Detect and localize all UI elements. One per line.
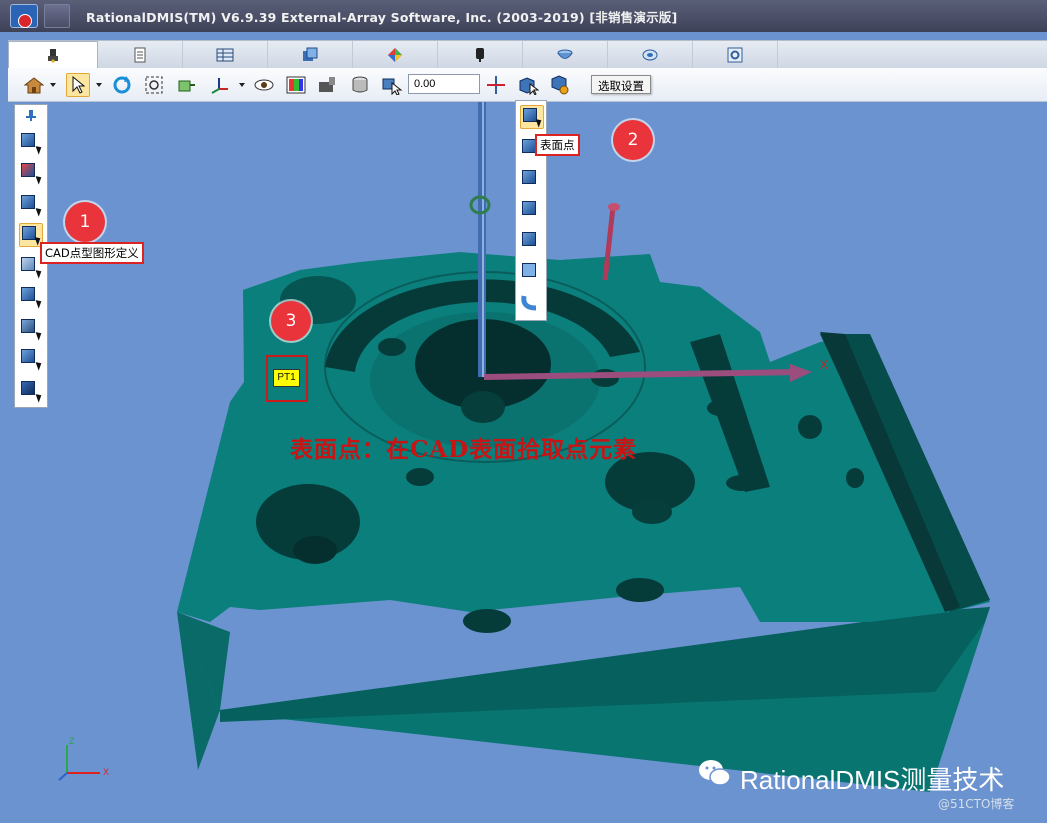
title-bar: RationalDMIS(TM) V6.9.39 External-Array … xyxy=(0,0,1047,32)
tab-settings[interactable] xyxy=(693,41,778,68)
axis-move-button[interactable] xyxy=(484,73,508,97)
callout-3: 3 xyxy=(271,301,311,341)
ribbon-tabs xyxy=(8,40,1047,68)
tab-table[interactable] xyxy=(183,41,268,68)
axis-triad: Z X xyxy=(58,736,109,781)
tab-bowl[interactable] xyxy=(523,41,608,68)
d-select-button[interactable] xyxy=(19,379,44,403)
home-button[interactable] xyxy=(22,73,46,97)
watermark-subtext: @51CTO博客 xyxy=(938,797,1015,811)
line-select-icon xyxy=(21,287,35,301)
color-map-icon xyxy=(286,76,306,94)
cad-axis-icon xyxy=(211,78,228,94)
no-select-icon xyxy=(21,133,35,147)
edge-point-icon xyxy=(522,139,536,153)
gear-cube-icon xyxy=(551,75,569,95)
rotate-button[interactable] xyxy=(110,73,134,97)
home-icon xyxy=(24,77,44,94)
tolerance-input[interactable]: 0.00 xyxy=(408,74,480,94)
annotation-caption: 表面点：在CAD表面拾取点元素 xyxy=(290,436,638,463)
surface-point-tooltip: 表面点 xyxy=(535,134,580,156)
pick-button[interactable] xyxy=(380,73,404,97)
main-toolbar: 0.00 选取设置 xyxy=(8,68,1047,102)
cad-axis-button[interactable] xyxy=(208,73,232,97)
cube-cursor-icon xyxy=(519,77,539,95)
axis-z-label: Z xyxy=(69,736,75,746)
probe-setup-icon xyxy=(319,77,335,92)
tab-report[interactable] xyxy=(268,41,353,68)
point-select-icon xyxy=(21,163,35,177)
edge-select-button[interactable] xyxy=(19,193,44,217)
select-button[interactable] xyxy=(66,73,90,97)
sheet-point-button[interactable] xyxy=(520,261,544,285)
probe-setup-button[interactable] xyxy=(316,73,340,97)
tab-document[interactable] xyxy=(98,41,183,68)
move-part-button[interactable] xyxy=(174,73,198,97)
vector-point-button[interactable] xyxy=(520,199,544,223)
point-label-pt1[interactable]: PT1 xyxy=(273,369,300,387)
rotate-icon xyxy=(113,76,131,94)
no-select-button[interactable] xyxy=(19,131,44,155)
corner-point-button[interactable] xyxy=(520,168,544,192)
bowl-icon xyxy=(557,49,573,59)
point-select-button[interactable] xyxy=(19,161,44,185)
home-dropdown-icon[interactable] xyxy=(50,83,56,87)
tab-probe[interactable] xyxy=(8,41,98,68)
section-select-icon xyxy=(21,349,35,363)
axis-move-icon xyxy=(487,76,505,94)
pick-point-icon xyxy=(382,78,403,95)
curve-point-icon xyxy=(521,295,537,311)
cad-dropdown-icon[interactable] xyxy=(239,83,245,87)
select-dropdown-icon[interactable] xyxy=(96,83,102,87)
tab-probe-head[interactable] xyxy=(438,41,523,68)
cylinder-button[interactable] xyxy=(348,73,372,97)
report-icon xyxy=(303,47,318,61)
curve-point-button[interactable] xyxy=(520,292,544,316)
settings-icon xyxy=(727,47,743,62)
eye-icon xyxy=(254,79,274,91)
callout-1: 1 xyxy=(65,202,105,242)
table-icon xyxy=(216,48,234,61)
surface-select-icon xyxy=(21,319,35,333)
tab-color[interactable] xyxy=(353,41,438,68)
toolbar-tooltip: 选取设置 xyxy=(591,75,651,94)
cylinder-icon xyxy=(352,76,368,93)
disc-icon xyxy=(642,49,658,60)
wechat-icon xyxy=(699,760,731,786)
document-icon xyxy=(134,47,146,62)
move-part-icon xyxy=(178,80,195,92)
callout-2: 2 xyxy=(613,120,653,160)
zoom-fit-icon xyxy=(145,76,163,94)
corner-point-icon xyxy=(522,170,536,184)
pick-filter-button[interactable] xyxy=(548,73,572,97)
probe-icon xyxy=(48,49,58,63)
pick-setting-button[interactable] xyxy=(516,73,540,97)
cad-point-tooltip: CAD点型图形定义 xyxy=(40,242,144,264)
probe-head-icon xyxy=(476,47,484,62)
window-title: RationalDMIS(TM) V6.9.39 External-Array … xyxy=(86,9,678,25)
view-button[interactable] xyxy=(252,73,276,97)
edge-select-icon xyxy=(21,195,35,209)
multi-select-icon xyxy=(21,257,35,271)
surface-select-button[interactable] xyxy=(19,317,44,341)
angle-point-button[interactable] xyxy=(520,230,544,254)
x-axis-label: X xyxy=(820,358,829,372)
color-map-button[interactable] xyxy=(284,73,308,97)
tab-disc[interactable] xyxy=(608,41,693,68)
color-palette-icon xyxy=(388,47,402,62)
surface-point-button[interactable] xyxy=(520,105,544,129)
quick-access-icon[interactable] xyxy=(44,4,70,28)
sheet-point-icon xyxy=(522,263,536,277)
d-select-icon xyxy=(21,381,35,395)
zoom-fit-button[interactable] xyxy=(142,73,166,97)
arrow-cursor-icon xyxy=(72,76,85,94)
watermark-text: RationalDMIS测量技术 xyxy=(740,765,1005,795)
app-menu-icon[interactable] xyxy=(10,4,38,28)
angle-point-icon xyxy=(522,232,536,246)
vector-point-icon xyxy=(522,201,536,215)
line-select-button[interactable] xyxy=(19,285,44,309)
axis-x-label: X xyxy=(103,767,109,777)
pin-icon[interactable] xyxy=(25,109,37,121)
section-select-button[interactable] xyxy=(19,347,44,371)
